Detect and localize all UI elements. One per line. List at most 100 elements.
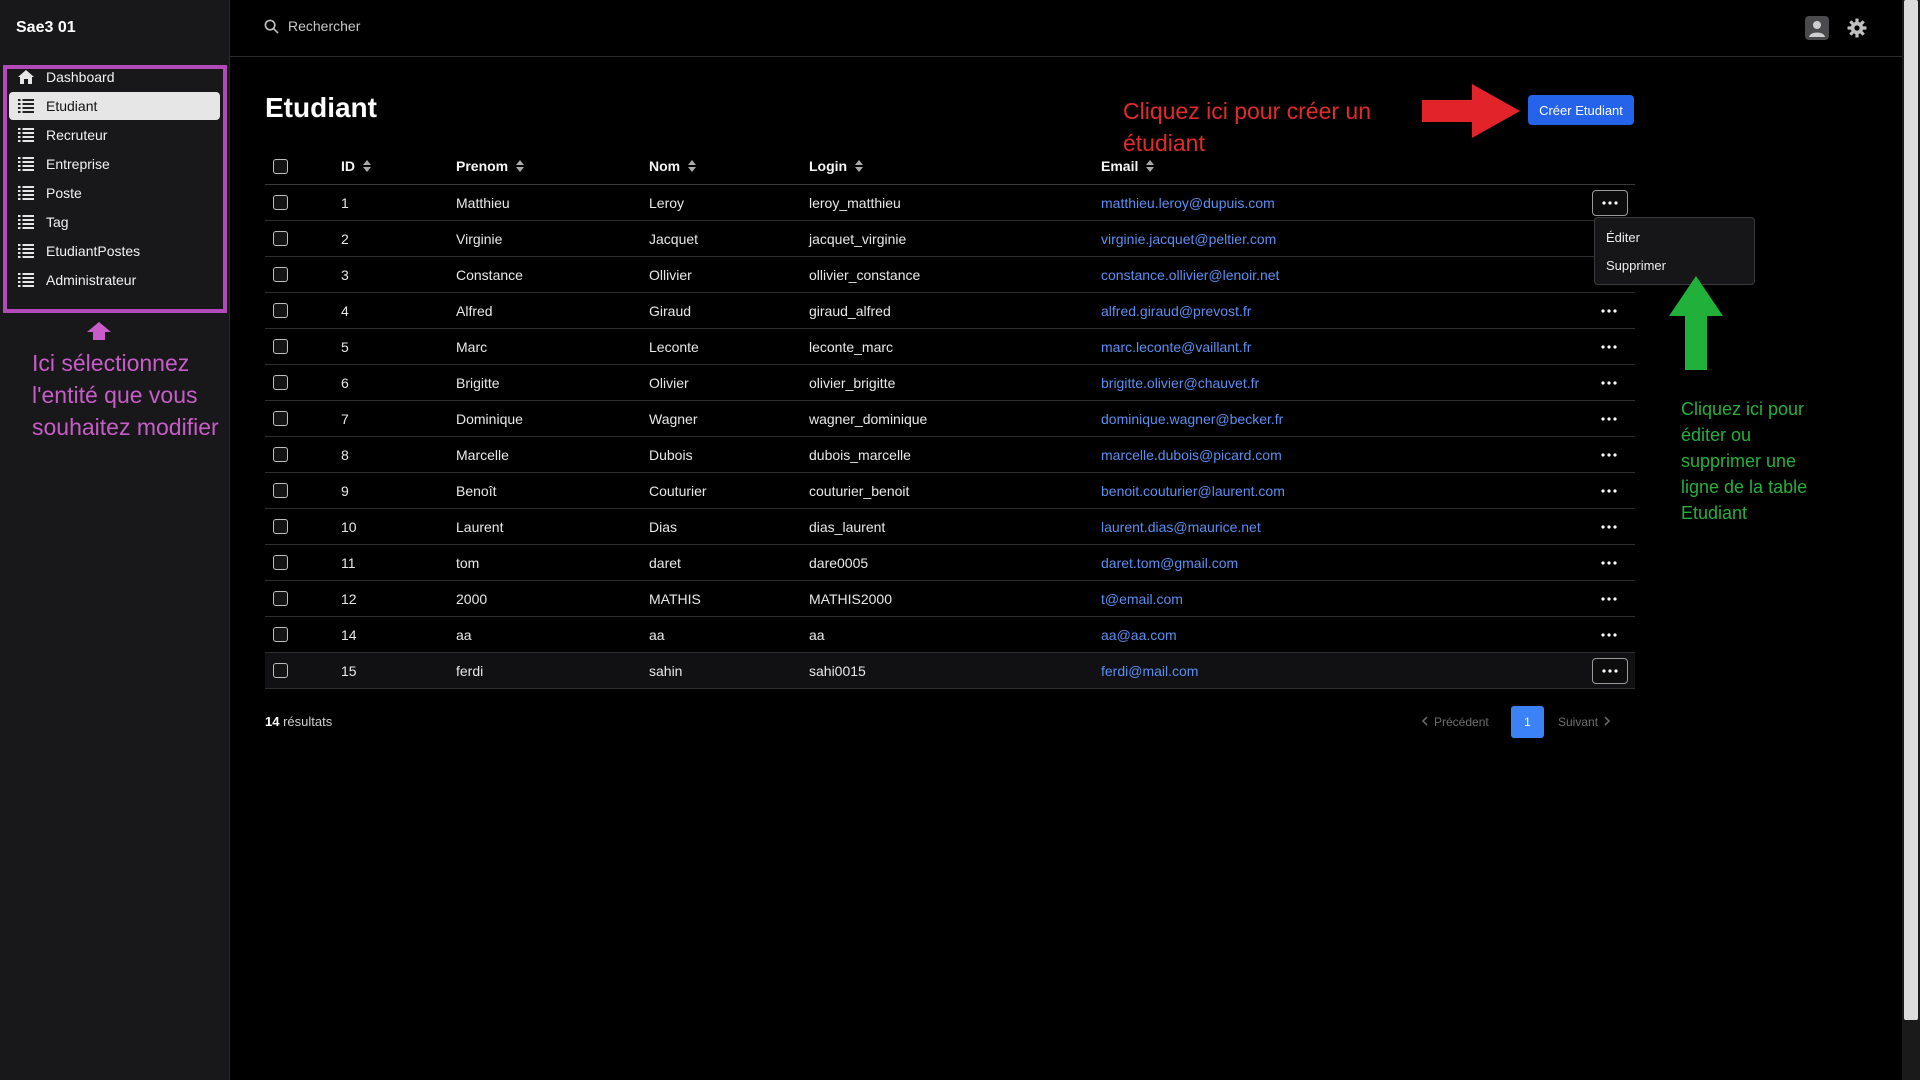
cell-id: 14 bbox=[341, 626, 357, 643]
row-actions-cell bbox=[1592, 365, 1626, 400]
cell-email[interactable]: ferdi@mail.com bbox=[1101, 653, 1198, 688]
create-etudiant-button[interactable]: Créer Etudiant bbox=[1528, 95, 1634, 125]
cell-email[interactable]: dominique.wagner@becker.fr bbox=[1101, 401, 1283, 436]
row-select-cell[interactable] bbox=[273, 365, 288, 400]
column-header-nom[interactable]: Nom bbox=[649, 148, 697, 184]
cell-email[interactable]: alfred.giraud@prevost.fr bbox=[1101, 293, 1251, 328]
cell-email[interactable]: marcelle.dubois@picard.com bbox=[1101, 437, 1282, 472]
column-header-id[interactable]: ID bbox=[341, 148, 371, 184]
row-select-cell[interactable] bbox=[273, 401, 288, 436]
cell-email[interactable]: marc.leconte@vaillant.fr bbox=[1101, 329, 1251, 364]
table-header-row: ID Prenom Nom Login Email bbox=[265, 148, 1635, 185]
cell-email[interactable]: matthieu.leroy@dupuis.com bbox=[1101, 185, 1275, 220]
cell-login: wagner_dominique bbox=[809, 410, 928, 427]
more-horizontal-icon bbox=[1601, 344, 1617, 349]
row-checkbox[interactable] bbox=[273, 195, 288, 210]
cell-prenom: tom bbox=[456, 554, 480, 571]
row-actions-button[interactable] bbox=[1592, 335, 1626, 359]
table-row: 10 Laurent Dias dias_laurent laurent.dias@ma… bbox=[265, 509, 1635, 545]
row-actions-button[interactable] bbox=[1592, 623, 1626, 647]
search-icon bbox=[264, 19, 279, 34]
page-1-button[interactable]: 1 bbox=[1511, 706, 1544, 738]
row-select-cell[interactable] bbox=[273, 221, 288, 256]
column-header-login[interactable]: Login bbox=[809, 148, 864, 184]
app-title: Sae3 01 bbox=[16, 19, 76, 36]
row-actions-cell bbox=[1592, 401, 1626, 436]
menu-item-edit[interactable]: Éditer bbox=[1606, 230, 1640, 245]
scrollbar-thumb[interactable] bbox=[1904, 0, 1918, 1020]
row-select-cell[interactable] bbox=[273, 185, 288, 220]
row-checkbox[interactable] bbox=[273, 231, 288, 246]
row-checkbox[interactable] bbox=[273, 447, 288, 462]
results-number: 14 bbox=[265, 714, 280, 729]
cell-email[interactable]: laurent.dias@maurice.net bbox=[1101, 509, 1261, 544]
row-actions-cell bbox=[1592, 437, 1626, 472]
row-actions-button[interactable] bbox=[1592, 479, 1626, 503]
row-select-cell[interactable] bbox=[273, 293, 288, 328]
row-select-cell[interactable] bbox=[273, 257, 288, 292]
search-label: Rechercher bbox=[288, 18, 361, 34]
select-all-checkbox[interactable] bbox=[273, 158, 288, 174]
column-header-email[interactable]: Email bbox=[1101, 148, 1155, 184]
more-horizontal-icon bbox=[1601, 380, 1617, 385]
column-header-prenom[interactable]: Prenom bbox=[456, 148, 525, 184]
row-actions-button[interactable] bbox=[1592, 443, 1626, 467]
search-bar[interactable]: Rechercher bbox=[264, 18, 360, 34]
row-select-cell[interactable] bbox=[273, 581, 288, 616]
row-select-cell[interactable] bbox=[273, 617, 288, 652]
cell-email[interactable]: t@email.com bbox=[1101, 581, 1183, 616]
row-actions-button[interactable] bbox=[1592, 407, 1626, 431]
cell-email[interactable]: aa@aa.com bbox=[1101, 617, 1177, 652]
sort-icon bbox=[516, 160, 525, 172]
cell-email[interactable]: daret.tom@gmail.com bbox=[1101, 545, 1238, 580]
row-checkbox[interactable] bbox=[273, 555, 288, 570]
table-row: 3 Constance Ollivier ollivier_constance cons… bbox=[265, 257, 1635, 293]
cell-id: 4 bbox=[341, 302, 349, 319]
row-select-cell[interactable] bbox=[273, 473, 288, 508]
row-select-cell[interactable] bbox=[273, 509, 288, 544]
row-checkbox[interactable] bbox=[273, 663, 288, 678]
cell-email[interactable]: brigitte.olivier@chauvet.fr bbox=[1101, 365, 1259, 400]
row-checkbox[interactable] bbox=[273, 627, 288, 642]
row-checkbox[interactable] bbox=[273, 339, 288, 354]
cell-email[interactable]: virginie.jacquet@peltier.com bbox=[1101, 221, 1276, 256]
cell-login: giraud_alfred bbox=[809, 302, 891, 319]
row-select-cell[interactable] bbox=[273, 653, 288, 688]
row-actions-button[interactable] bbox=[1592, 551, 1626, 575]
menu-item-delete[interactable]: Supprimer bbox=[1606, 258, 1666, 273]
row-checkbox[interactable] bbox=[273, 483, 288, 498]
gear-icon[interactable] bbox=[1847, 18, 1867, 38]
row-checkbox[interactable] bbox=[273, 303, 288, 318]
row-actions-cell bbox=[1592, 545, 1626, 580]
next-page-button[interactable]: Suivant bbox=[1558, 715, 1611, 729]
row-checkbox[interactable] bbox=[273, 375, 288, 390]
row-actions-button[interactable] bbox=[1592, 657, 1628, 684]
select-all-cell[interactable] bbox=[273, 148, 288, 184]
cell-prenom: Dominique bbox=[456, 410, 523, 427]
row-checkbox[interactable] bbox=[273, 411, 288, 426]
cell-prenom: Constance bbox=[456, 266, 523, 283]
row-select-cell[interactable] bbox=[273, 437, 288, 472]
cell-email[interactable]: constance.ollivier@lenoir.net bbox=[1101, 257, 1279, 292]
cell-email[interactable]: benoit.couturier@laurent.com bbox=[1101, 473, 1285, 508]
row-checkbox[interactable] bbox=[273, 267, 288, 282]
column-header-label: Nom bbox=[649, 158, 681, 174]
row-actions-button[interactable] bbox=[1592, 587, 1626, 611]
row-select-cell[interactable] bbox=[273, 545, 288, 580]
table-body: 1 Matthieu Leroy leroy_matthieu matthieu.ler… bbox=[265, 185, 1635, 689]
page-scrollbar[interactable] bbox=[1902, 0, 1920, 1080]
cell-prenom: Alfred bbox=[456, 302, 493, 319]
row-checkbox[interactable] bbox=[273, 519, 288, 534]
row-actions-button[interactable] bbox=[1592, 299, 1626, 323]
column-header-label: ID bbox=[341, 158, 355, 174]
previous-page-button[interactable]: Précédent bbox=[1421, 715, 1489, 729]
cell-nom: Olivier bbox=[649, 374, 689, 391]
cell-login: jacquet_virginie bbox=[809, 230, 907, 247]
row-actions-button[interactable] bbox=[1592, 515, 1626, 539]
row-select-cell[interactable] bbox=[273, 329, 288, 364]
row-actions-button[interactable] bbox=[1592, 189, 1628, 216]
row-actions-button[interactable] bbox=[1592, 371, 1626, 395]
row-checkbox[interactable] bbox=[273, 591, 288, 606]
user-avatar-icon[interactable] bbox=[1805, 16, 1829, 40]
more-horizontal-icon bbox=[1601, 308, 1617, 313]
